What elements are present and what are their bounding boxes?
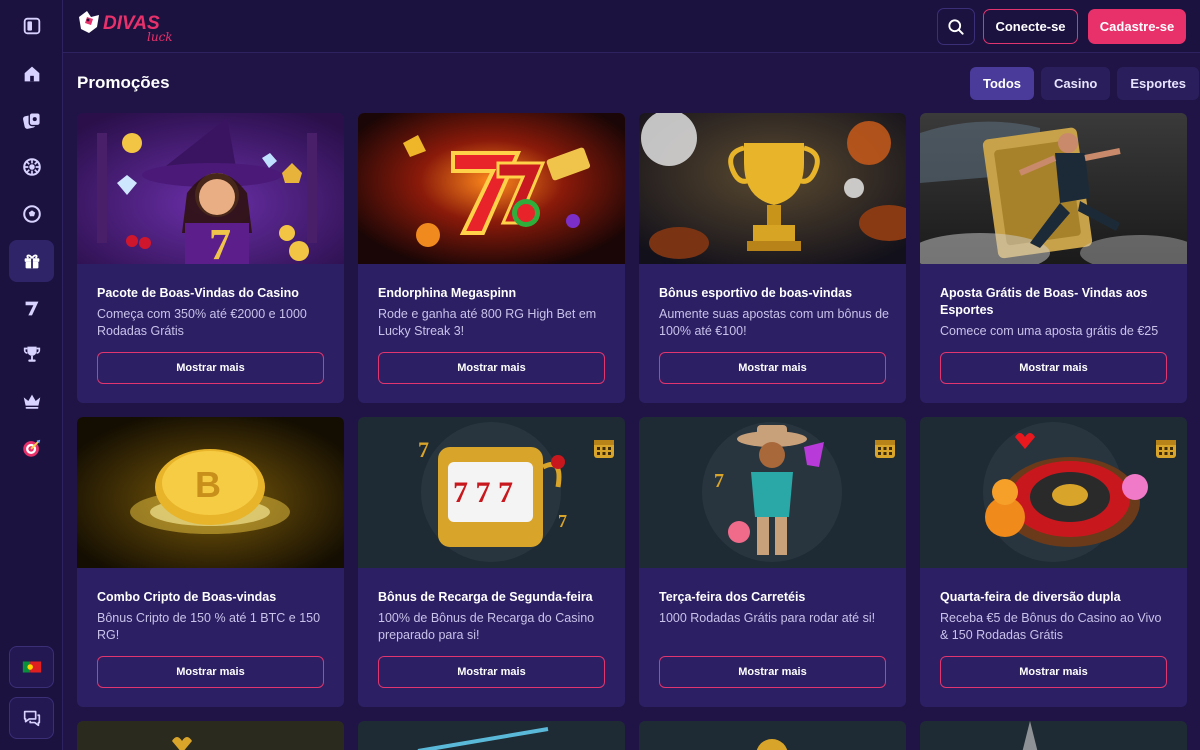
sidebar [0, 0, 63, 750]
slot-machine-image: 7 7 7 7 7 [358, 417, 625, 568]
promo-card-casino-welcome: 7 Pacote de Boas-Vindas do Casino Começa… [77, 113, 344, 403]
promo-card-tuesday-reels: 7 Terça-feira dos Carretéis 1000 Rodadas… [639, 417, 906, 707]
promo-title: Bônus esportivo de boas-vindas [659, 286, 853, 300]
portugal-flag-icon[interactable] [9, 646, 54, 688]
filter-tab-all[interactable]: Todos [970, 67, 1035, 100]
bitcoin-image: B [77, 417, 344, 568]
trophy-balls-image [639, 113, 906, 264]
signup-button[interactable]: Cadastre-se [1088, 9, 1186, 44]
cowboy-image: 7 [639, 417, 906, 568]
calendar-icon [875, 440, 895, 458]
promo-title: Bônus de Recarga de Segunda-feira [378, 590, 593, 604]
show-more-button[interactable]: Mostrar mais [97, 352, 324, 384]
promo-description: Aumente suas apostas com um bônus de 100… [659, 307, 889, 338]
divas-luck-logo[interactable]: DIVAS luck [77, 7, 177, 45]
target-bonus-icon[interactable] [9, 427, 54, 469]
football-player-image [920, 113, 1187, 264]
promo-card-monday-reload: 7 7 7 7 7 Bônus de Recarga de Segunda-fe… [358, 417, 625, 707]
calendar-icon [1156, 440, 1176, 458]
svg-text:7: 7 [714, 470, 724, 492]
show-more-button[interactable]: Mostrar mais [659, 352, 886, 384]
promo-title: Aposta Grátis de Boas- Vindas aos Esport… [940, 286, 1148, 317]
promo-card-partial [77, 721, 344, 750]
show-more-button[interactable]: Mostrar mais [378, 656, 605, 688]
promo-card-free-bet: Aposta Grátis de Boas- Vindas aos Esport… [920, 113, 1187, 403]
promo-filter-tabs: Todos Casino Esportes [970, 67, 1200, 100]
promo-title: Terça-feira dos Carretéis [659, 590, 806, 604]
promo-title: Quarta-feira de diversão dupla [940, 590, 1121, 604]
promo-card-crypto-combo: B Combo Cripto de Boas-vindas Bônus Crip… [77, 417, 344, 707]
login-button[interactable]: Conecte-se [983, 9, 1078, 44]
promo-card-endorphina: Endorphina Megaspinn Rode e ganha até 80… [358, 113, 625, 403]
promo-card-sports-welcome: Bônus esportivo de boas-vindas Aumente s… [639, 113, 906, 403]
promo-description: 100% de Bônus de Recarga do Casino prepa… [378, 611, 595, 642]
promo-description: Receba €5 de Bônus do Casino ao Vivo & 1… [940, 611, 1162, 642]
show-more-button[interactable]: Mostrar mais [940, 352, 1167, 384]
lucky-seven-icon[interactable] [9, 287, 54, 329]
promo-description: Bônus Cripto de 150 % até 1 BTC e 150 RG… [97, 611, 321, 642]
filter-tab-sports[interactable]: Esportes [1117, 67, 1200, 100]
roulette-image [920, 417, 1187, 568]
chat-support-icon[interactable] [9, 697, 54, 739]
show-more-button[interactable]: Mostrar mais [378, 352, 605, 384]
top-header: DIVAS luck Conecte-se Cadastre-se [63, 0, 1200, 53]
show-more-button[interactable]: Mostrar mais [940, 656, 1167, 688]
svg-text:B: B [195, 464, 221, 505]
promotions-grid: 7 Pacote de Boas-Vindas do Casino Começa… [77, 113, 1187, 750]
promo-card-partial [639, 721, 906, 750]
lucky-seven-image [358, 113, 625, 264]
svg-text:7 7 7: 7 7 7 [453, 476, 513, 509]
promo-description: Rode e ganha até 800 RG High Bet em Luck… [378, 307, 597, 338]
promo-title: Combo Cripto de Boas-vindas [97, 590, 277, 604]
promo-card-wednesday-double: Quarta-feira de diversão dupla Receba €5… [920, 417, 1187, 707]
promo-card-partial [358, 721, 625, 750]
logo-subtext: luck [147, 30, 173, 44]
gift-promotions-icon[interactable] [9, 240, 54, 282]
svg-text:7: 7 [418, 437, 429, 462]
promo-description: Comece com uma aposta grátis de €25 [940, 324, 1159, 338]
casino-chips-icon[interactable] [9, 100, 54, 142]
promo-title: Pacote de Boas-Vindas do Casino [97, 286, 299, 300]
page-title: Promoções [77, 73, 170, 92]
crown-vip-icon[interactable] [9, 380, 54, 422]
svg-text:7: 7 [209, 220, 231, 264]
home-icon[interactable] [9, 53, 54, 95]
svg-text:7: 7 [558, 511, 567, 531]
search-icon [948, 18, 964, 35]
promo-title: Endorphina Megaspinn [378, 286, 517, 300]
filter-tab-casino[interactable]: Casino [1041, 67, 1111, 100]
search-button[interactable] [937, 8, 975, 45]
promo-card-partial [920, 721, 1187, 750]
show-more-button[interactable]: Mostrar mais [97, 656, 324, 688]
sports-football-icon[interactable] [9, 193, 54, 235]
trophy-icon[interactable] [9, 333, 54, 375]
collapse-sidebar-icon[interactable] [9, 5, 54, 47]
live-casino-wheel-icon[interactable] [9, 146, 54, 188]
calendar-icon [594, 440, 614, 458]
promo-description: Começa com 350% até €2000 e 1000 Rodadas… [97, 307, 307, 338]
witch-slot-image: 7 [77, 113, 344, 264]
promo-description: 1000 Rodadas Grátis para rodar até si! [659, 611, 876, 625]
show-more-button[interactable]: Mostrar mais [659, 656, 886, 688]
